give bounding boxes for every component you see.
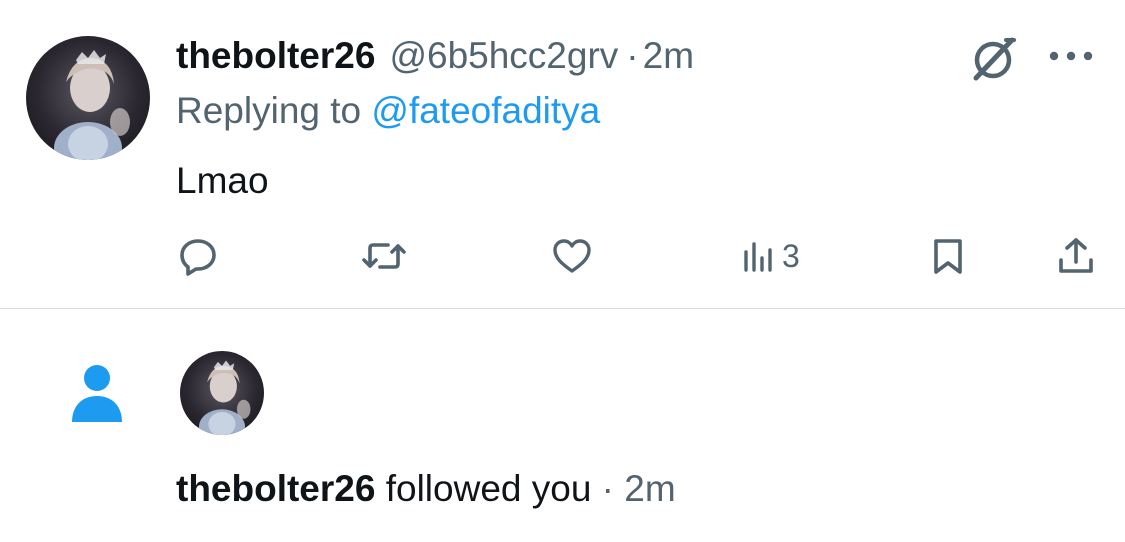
notification-action: followed you bbox=[375, 468, 592, 509]
tweet-text: Lmao bbox=[176, 160, 269, 201]
like-icon bbox=[552, 236, 592, 276]
avatar[interactable] bbox=[26, 36, 150, 160]
like-button[interactable] bbox=[552, 236, 592, 276]
user-handle[interactable]: @6b5hcc2grv bbox=[389, 35, 618, 77]
bookmark-icon bbox=[930, 236, 966, 276]
share-button[interactable] bbox=[1056, 236, 1096, 276]
bookmark-button[interactable] bbox=[930, 236, 966, 276]
views-button[interactable]: 3 bbox=[742, 236, 800, 276]
views-count: 3 bbox=[782, 237, 800, 274]
tweet-header: thebolter26 @6b5hcc2grv · 2m bbox=[176, 32, 694, 80]
notification-user-name[interactable]: thebolter26 bbox=[176, 468, 375, 509]
views-icon bbox=[742, 236, 776, 276]
separator-dot: · bbox=[626, 35, 639, 76]
follow-notification[interactable]: thebolter26 followed you · 2m bbox=[176, 468, 676, 510]
timestamp[interactable]: 2m bbox=[643, 35, 694, 77]
person-icon bbox=[70, 362, 124, 424]
reply-icon bbox=[176, 236, 220, 276]
grok-icon[interactable] bbox=[966, 34, 1020, 84]
notification-time: 2m bbox=[624, 468, 676, 509]
share-icon bbox=[1056, 236, 1096, 276]
avatar[interactable] bbox=[180, 351, 264, 435]
retweet-icon bbox=[360, 236, 408, 276]
tweet[interactable]: thebolter26 @6b5hcc2grv · 2m Replying to… bbox=[0, 0, 1125, 308]
display-name[interactable]: thebolter26 bbox=[176, 35, 375, 77]
reply-button[interactable] bbox=[176, 236, 220, 276]
replying-to: Replying to @fateofaditya bbox=[176, 90, 600, 132]
replying-prefix: Replying to bbox=[176, 90, 372, 131]
replying-handle-link[interactable]: @fateofaditya bbox=[371, 90, 600, 131]
more-icon[interactable] bbox=[1046, 46, 1096, 66]
notification-separator: · bbox=[591, 468, 625, 509]
divider bbox=[0, 308, 1125, 309]
retweet-button[interactable] bbox=[360, 236, 408, 276]
